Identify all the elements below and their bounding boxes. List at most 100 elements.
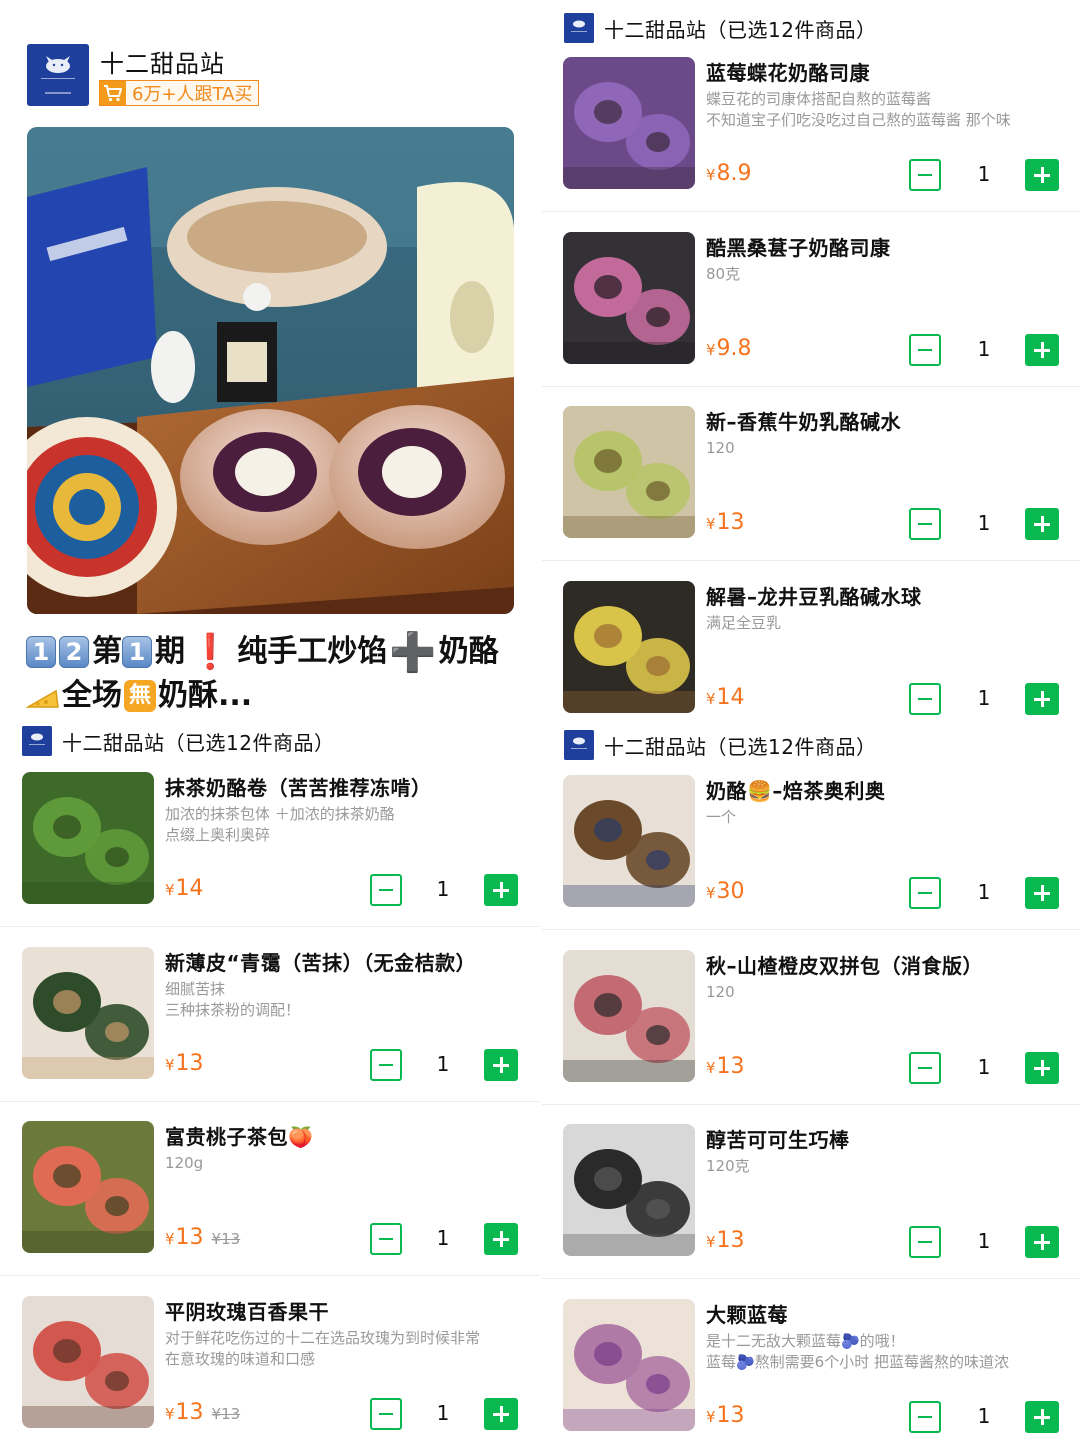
- quantity-value: 1: [977, 1404, 991, 1428]
- quantity-value: 1: [436, 1226, 450, 1250]
- product-desc: 80克: [706, 264, 740, 285]
- quantity-stepper: 1: [563, 334, 1063, 366]
- product-item[interactable]: 解暑–龙井豆乳酪碱水球 满足全豆乳 ¥14 1: [563, 581, 1063, 733]
- exclamation-icon: ❗: [189, 632, 232, 672]
- right-screenshot: 十二甜品站（已选12件商品） 十二甜品站（已选12件商品） 蓝莓蝶花奶酪司康 蝶…: [542, 0, 1080, 1440]
- product-desc-line: 是十二无敌大颗蓝莓🫐的哦！: [706, 1332, 905, 1350]
- product-title[interactable]: 秋–山楂橙皮双拼包（消食版）: [706, 950, 983, 979]
- quantity-stepper: 1: [563, 1226, 1063, 1258]
- product-desc-line: 加浓的抹茶包体 ＋加浓的抹茶奶酪: [165, 805, 395, 823]
- plus-icon: [1034, 1234, 1050, 1250]
- product-item[interactable]: 大颗蓝莓 是十二无敌大颗蓝莓🫐的哦！ 蓝莓🫐熬制需要6个小时 把蓝莓酱熬的味道浓 …: [563, 1299, 1063, 1440]
- decrease-quantity-button[interactable]: [909, 159, 941, 191]
- item-divider: [0, 1275, 540, 1276]
- decrease-quantity-button[interactable]: [370, 1223, 402, 1255]
- increase-quantity-button[interactable]: [484, 1223, 518, 1255]
- product-item[interactable]: 醇苦可可生巧棒 120克 ¥13 1: [563, 1124, 1063, 1276]
- keycap-issue: 1: [122, 636, 152, 668]
- product-desc-line: 一个: [706, 808, 737, 826]
- increase-quantity-button[interactable]: [1025, 159, 1059, 191]
- buyers-count-text: 6万+人跟TA买: [132, 84, 253, 105]
- left-screenshot: 十二甜品站 6万+人跟TA买 1 2 第 1 期 ❗ 纯手工炒馅 ➕ 奶酪 全场…: [0, 0, 540, 1440]
- decrease-quantity-button[interactable]: [909, 683, 941, 715]
- plus-icon: [493, 1231, 509, 1247]
- plus-icon: [1034, 691, 1050, 707]
- increase-quantity-button[interactable]: [1025, 1226, 1059, 1258]
- product-desc-line: 不知道宝子们吃没吃过自己熬的蓝莓酱 那个味: [706, 111, 1011, 129]
- product-desc-line: 细腻苦抹: [165, 980, 226, 998]
- decrease-quantity-button[interactable]: [370, 874, 402, 906]
- decrease-quantity-button[interactable]: [370, 1049, 402, 1081]
- product-desc: 120克: [706, 1156, 750, 1177]
- item-divider: [542, 929, 1080, 930]
- product-title[interactable]: 酷黑桑葚子奶酪司康: [706, 232, 891, 261]
- promo-text-2: 奶酪: [438, 634, 499, 669]
- minus-icon: [379, 1412, 393, 1416]
- product-title[interactable]: 平阴玫瑰百香果干: [165, 1296, 329, 1325]
- product-item[interactable]: 新–香蕉牛奶乳酪碱水 120 ¥13 1: [563, 406, 1063, 558]
- increase-quantity-button[interactable]: [1025, 683, 1059, 715]
- increase-quantity-button[interactable]: [484, 1398, 518, 1430]
- shop-header[interactable]: 十二甜品站 6万+人跟TA买: [27, 44, 517, 106]
- increase-quantity-button[interactable]: [484, 874, 518, 906]
- item-divider: [542, 560, 1080, 561]
- product-item[interactable]: 富贵桃子茶包🍑 120g ¥13 ¥13 1: [22, 1121, 522, 1273]
- product-title[interactable]: 新–香蕉牛奶乳酪碱水: [706, 406, 901, 435]
- product-item[interactable]: 秋–山楂橙皮双拼包（消食版） 120 ¥13 1: [563, 950, 1063, 1102]
- plus-icon: [1034, 885, 1050, 901]
- product-item[interactable]: 平阴玫瑰百香果干 对于鲜花吃伤过的十二在选品玫瑰为到时候非常 在意玫瑰的味道和口感…: [22, 1296, 522, 1440]
- item-divider: [0, 926, 540, 927]
- increase-quantity-button[interactable]: [1025, 334, 1059, 366]
- plus-icon: [493, 1057, 509, 1073]
- decrease-quantity-button[interactable]: [909, 1226, 941, 1258]
- increase-quantity-button[interactable]: [1025, 877, 1059, 909]
- quantity-stepper: 1: [22, 1398, 522, 1430]
- store-logo-small: [564, 13, 594, 43]
- promo-line-1: 1 2 第 1 期 ❗ 纯手工炒馅 ➕ 奶酪: [26, 630, 526, 674]
- decrease-quantity-button[interactable]: [909, 334, 941, 366]
- product-title[interactable]: 抹茶奶酪卷（苦苦推荐冻啃）: [165, 772, 432, 801]
- product-item[interactable]: 抹茶奶酪卷（苦苦推荐冻啃） 加浓的抹茶包体 ＋加浓的抹茶奶酪 点缀上奥利奥碎 ¥1…: [22, 772, 522, 924]
- plus-icon: [1034, 1060, 1050, 1076]
- item-divider: [542, 386, 1080, 387]
- product-title[interactable]: 醇苦可可生巧棒: [706, 1124, 850, 1153]
- product-desc-line: 在意玫瑰的味道和口感: [165, 1350, 316, 1368]
- product-title[interactable]: 大颗蓝莓: [706, 1299, 788, 1328]
- store-bar: 十二甜品站（已选12件商品）: [564, 728, 876, 762]
- product-title[interactable]: 新薄皮“青霭（苦抹）（无金桔款）: [165, 947, 476, 976]
- hero-image[interactable]: [27, 127, 514, 614]
- item-divider: [0, 1101, 540, 1102]
- shop-logo[interactable]: [27, 44, 89, 106]
- product-item[interactable]: 蓝莓蝶花奶酪司康 蝶豆花的司康体搭配自熬的蓝莓酱不知道宝子们吃没吃过自己熬的蓝莓…: [563, 57, 1063, 209]
- product-desc: 细腻苦抹 三种抹茶粉的调配！: [165, 979, 300, 1021]
- product-title[interactable]: 解暑–龙井豆乳酪碱水球: [706, 581, 922, 610]
- quantity-stepper: 1: [563, 159, 1063, 191]
- minus-icon: [379, 1237, 393, 1241]
- increase-quantity-button[interactable]: [484, 1049, 518, 1081]
- product-desc-line: 蝶豆花的司康体搭配自熬的蓝莓酱: [706, 90, 932, 108]
- decrease-quantity-button[interactable]: [909, 1052, 941, 1084]
- product-item[interactable]: 新薄皮“青霭（苦抹）（无金桔款） 细腻苦抹 三种抹茶粉的调配！ ¥13 1: [22, 947, 522, 1099]
- decrease-quantity-button[interactable]: [909, 1401, 941, 1433]
- product-title[interactable]: 蓝莓蝶花奶酪司康: [706, 57, 870, 86]
- product-item[interactable]: 奶酪🍔–焙茶奥利奥 一个 ¥30 1: [563, 775, 1063, 927]
- plus-icon: [493, 882, 509, 898]
- decrease-quantity-button[interactable]: [909, 508, 941, 540]
- minus-icon: [918, 891, 932, 895]
- cart-icon: [100, 81, 126, 105]
- product-item[interactable]: 酷黑桑葚子奶酪司康 80克 ¥9.8 1: [563, 232, 1063, 384]
- product-title[interactable]: 富贵桃子茶包🍑: [165, 1121, 313, 1150]
- product-desc: 120g: [165, 1153, 203, 1174]
- promo-title: 1 2 第 1 期 ❗ 纯手工炒馅 ➕ 奶酪 全场 無 奶酥...: [25, 630, 526, 718]
- decrease-quantity-button[interactable]: [909, 877, 941, 909]
- increase-quantity-button[interactable]: [1025, 1401, 1059, 1433]
- decrease-quantity-button[interactable]: [370, 1398, 402, 1430]
- increase-quantity-button[interactable]: [1025, 508, 1059, 540]
- plus-icon: [1034, 167, 1050, 183]
- quantity-stepper: 1: [563, 1052, 1063, 1084]
- plus-icon: [1034, 1409, 1050, 1425]
- store-bar: 十二甜品站（已选12件商品）: [22, 724, 334, 758]
- product-title[interactable]: 奶酪🍔–焙茶奥利奥: [706, 775, 885, 804]
- increase-quantity-button[interactable]: [1025, 1052, 1059, 1084]
- shop-name[interactable]: 十二甜品站: [100, 44, 225, 79]
